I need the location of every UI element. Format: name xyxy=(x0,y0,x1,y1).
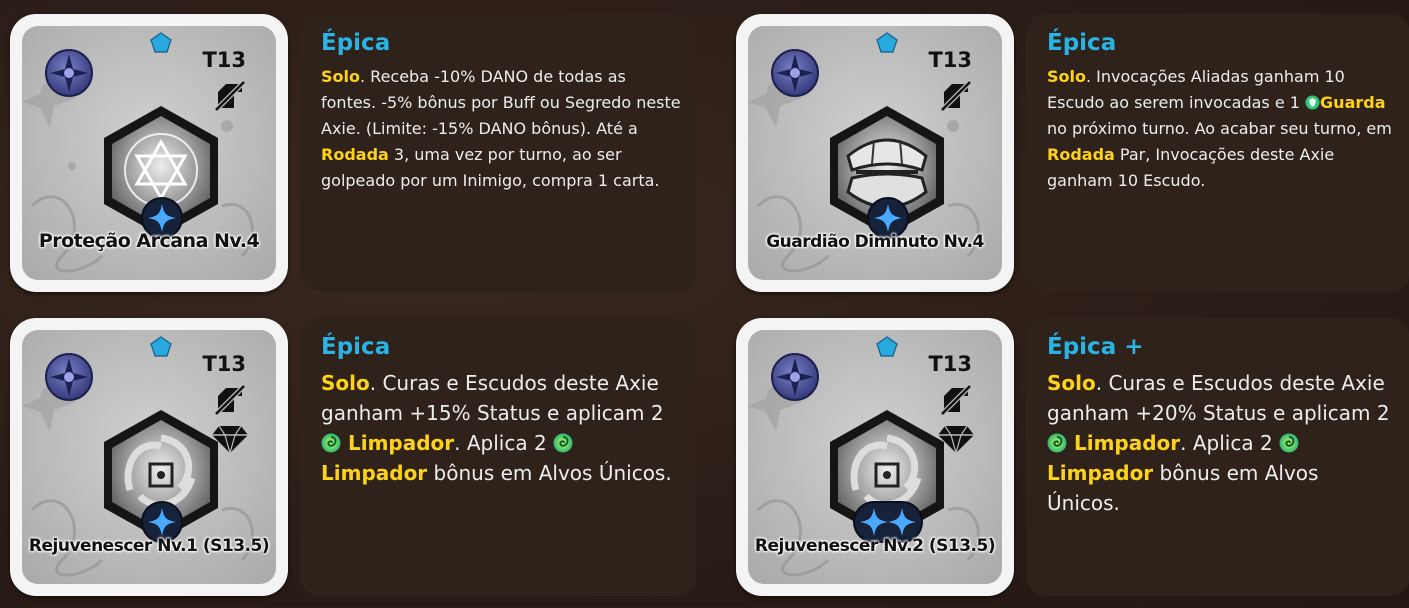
skill-card[interactable]: T13 Guardião Diminuto Nv.4 xyxy=(736,14,1014,292)
guard-icon xyxy=(1305,95,1320,110)
description-panel: Épica Solo. Invocações Aliadas ganham 10… xyxy=(1026,14,1409,292)
card-name: Rejuvenescer Nv.2 (S13.5) xyxy=(754,536,996,556)
description-text: . Curas e Escudos deste Axie ganham +15%… xyxy=(321,371,664,425)
gem-icon xyxy=(876,32,898,53)
keyword-text: Guarda xyxy=(1320,93,1386,112)
card-entry: T13 xyxy=(10,318,700,608)
skill-card[interactable]: T13 xyxy=(736,318,1014,596)
card-frame: T13 Proteção Arcana Nv.4 xyxy=(22,26,276,280)
keyword-text: Limpador xyxy=(1067,431,1181,455)
keyword-text: Solo xyxy=(1047,67,1086,86)
card-description: Solo. Curas e Escudos deste Axie ganham … xyxy=(321,368,682,488)
card-frame: T13 xyxy=(22,330,276,584)
card-description: Solo. Curas e Escudos deste Axie ganham … xyxy=(1047,368,1396,518)
tier-label: T13 xyxy=(202,352,246,376)
keyword-text: Solo xyxy=(321,371,370,395)
keyword-text: Rodada xyxy=(1047,145,1115,164)
cleanse-icon xyxy=(321,433,341,453)
description-panel: Épica Solo. Curas e Escudos deste Axie g… xyxy=(300,318,696,596)
keyword-text: Limpador xyxy=(341,431,455,455)
tier-label: T13 xyxy=(202,48,246,72)
keyword-text: Limpador xyxy=(321,461,428,485)
card-frame: T13 xyxy=(748,330,1002,584)
skill-card[interactable]: T13 Proteção Arcana Nv.4 xyxy=(10,14,288,292)
tier-label: T13 xyxy=(928,48,972,72)
rarity-label: Épica xyxy=(321,30,391,56)
card-name: Guardião Diminuto Nv.4 xyxy=(766,232,984,252)
card-description: Solo. Invocações Aliadas ganham 10 Escud… xyxy=(1047,64,1396,194)
gem-icon xyxy=(150,32,172,53)
description-text: . Aplica 2 xyxy=(1180,431,1280,455)
description-text: . Receba -10% DANO de todas as fontes. -… xyxy=(321,67,681,138)
card-frame: T13 Guardião Diminuto Nv.4 xyxy=(748,26,1002,280)
cleanse-icon xyxy=(553,433,573,453)
cleanse-icon xyxy=(1279,433,1299,453)
keyword-text: Solo xyxy=(1047,371,1096,395)
rarity-label: Épica + xyxy=(1047,334,1144,360)
skill-card[interactable]: T13 xyxy=(10,318,288,596)
card-name: Proteção Arcana Nv.4 xyxy=(38,230,260,252)
rank-badge-icon xyxy=(771,353,819,401)
rank-badge-icon xyxy=(45,353,93,401)
gem-icon xyxy=(150,336,172,357)
gem-icon xyxy=(876,336,898,357)
description-text: no próximo turno. Ao acabar seu turno, e… xyxy=(1047,119,1392,138)
description-panel: Épica Solo. Receba -10% DANO de todas as… xyxy=(300,14,696,292)
card-entry: T13 Guardião Diminuto Nv.4 Épica Solo. I… xyxy=(736,14,1409,304)
tier-label: T13 xyxy=(928,352,972,376)
description-text: . Curas e Escudos deste Axie ganham +20%… xyxy=(1047,371,1390,425)
rank-badge-icon xyxy=(45,49,93,97)
description-panel: Épica + Solo. Curas e Escudos deste Axie… xyxy=(1026,318,1409,596)
card-entry: T13 Proteção Arcana Nv.4 Épica Solo. Rec… xyxy=(10,14,700,304)
card-entry: T13 xyxy=(736,318,1409,608)
rarity-label: Épica xyxy=(1047,30,1117,56)
card-name: Rejuvenescer Nv.1 (S13.5) xyxy=(28,536,270,556)
rarity-label: Épica xyxy=(321,334,391,360)
keyword-text: Solo xyxy=(321,67,360,86)
description-text: bônus em Alvos Únicos. xyxy=(427,461,672,485)
keyword-text: Rodada xyxy=(321,145,389,164)
description-text: . Invocações Aliadas ganham 10 Escudo ao… xyxy=(1047,67,1345,112)
rank-badge-icon xyxy=(771,49,819,97)
card-description: Solo. Receba -10% DANO de todas as fonte… xyxy=(321,64,682,194)
keyword-text: Limpador xyxy=(1047,461,1154,485)
cleanse-icon xyxy=(1047,433,1067,453)
description-text: . Aplica 2 xyxy=(454,431,554,455)
